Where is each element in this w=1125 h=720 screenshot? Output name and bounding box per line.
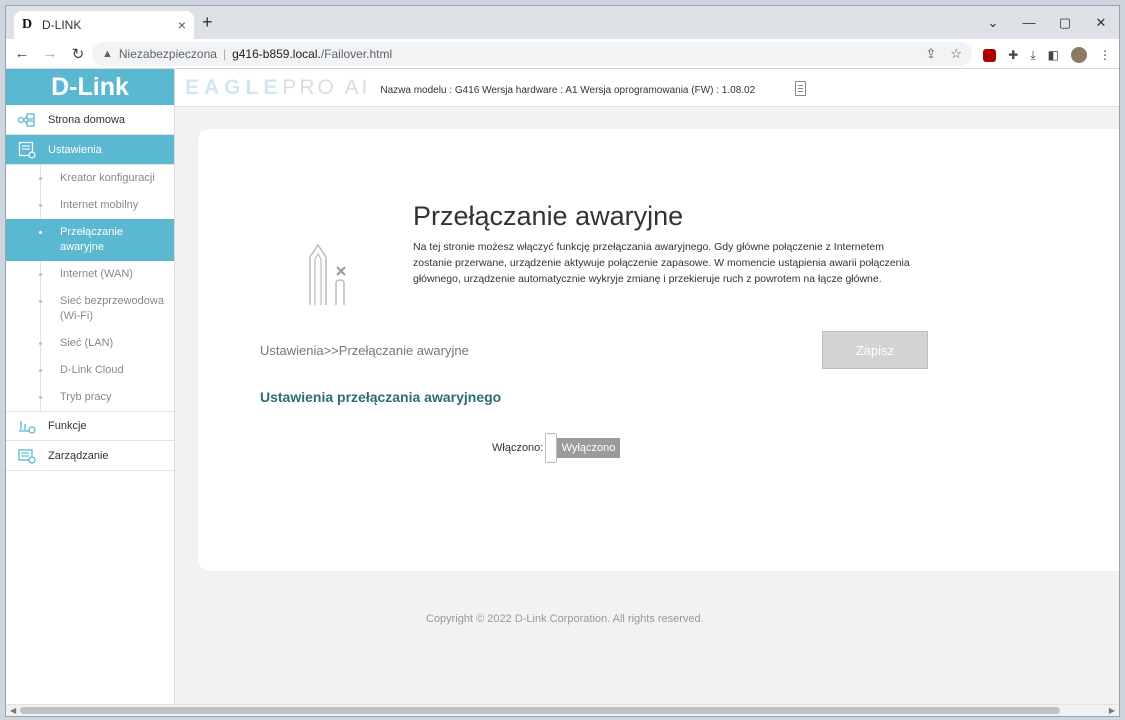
scroll-right-icon[interactable]: ▶ (1109, 706, 1115, 715)
bullet-dot (39, 273, 42, 276)
sidebar-item-dlink-cloud[interactable]: D-Link Cloud (6, 357, 174, 384)
sidebar-item-label: Przełączanie awaryjne (60, 226, 123, 253)
sidebar-item-label: Tryb pracy (60, 391, 112, 403)
forward-icon[interactable]: → (38, 45, 62, 62)
sidebar-item-failover[interactable]: Przełączanie awaryjne (6, 219, 174, 261)
nav-features-label: Funkcje (48, 420, 87, 432)
toggle-knob[interactable] (545, 433, 557, 463)
profile-icon[interactable] (1071, 47, 1087, 63)
maximize-icon[interactable]: ▢ (1047, 6, 1083, 39)
scroll-left-icon[interactable]: ◀ (10, 706, 16, 715)
content-card: Przełączanie awaryjne Na tej stronie moż… (198, 129, 1119, 571)
features-icon (16, 417, 38, 435)
page-viewport: D-Link Strona domowa Ustawienia Kreator … (6, 69, 1119, 706)
management-icon (16, 447, 38, 465)
new-tab-button[interactable]: + (202, 12, 213, 33)
nav-settings-label: Ustawienia (48, 143, 102, 156)
sidebar-item-wan[interactable]: Internet (WAN) (6, 261, 174, 288)
settings-submenu: Kreator konfiguracji Internet mobilny Pr… (6, 165, 174, 411)
sidebar-item-label: D-Link Cloud (60, 364, 124, 376)
url-path: /Failover.html (320, 47, 393, 61)
nav-settings[interactable]: Ustawienia (6, 135, 174, 165)
sidebar-item-label: Kreator konfiguracji (60, 172, 155, 184)
document-icon[interactable] (795, 81, 806, 96)
breadcrumb: Ustawienia>>Przełączanie awaryjne (260, 343, 469, 358)
sidebar-item-mobile-internet[interactable]: Internet mobilny (6, 192, 174, 219)
sidebar-icon[interactable]: ◧ (1048, 48, 1059, 62)
eagle-pro-ai-logo: EAGLEPRO AI (185, 76, 370, 100)
sidebar-item-setup-wizard[interactable]: Kreator konfiguracji (6, 165, 174, 192)
nav-features[interactable]: Funkcje (6, 411, 174, 441)
bullet-dot (39, 204, 42, 207)
extensions-icon[interactable]: ✚ (1008, 48, 1018, 62)
download-icon[interactable]: ⤓ (1030, 48, 1035, 63)
section-title: Ustawienia przełączania awaryjnego (260, 389, 502, 405)
dlink-logo[interactable]: D-Link (6, 69, 174, 105)
menu-icon[interactable]: ⋮ (1099, 48, 1111, 62)
bullet-dot (39, 342, 42, 345)
brand-eagle: EAGLE (185, 75, 283, 99)
horizontal-scrollbar[interactable]: ◀ ▶ (6, 704, 1119, 716)
enabled-label: Włączono: (492, 442, 544, 454)
page-description: Na tej stronie możesz włączyć funkcję pr… (413, 241, 910, 285)
settings-icon (16, 141, 38, 159)
bullet-dot (39, 369, 42, 372)
nav-management-label: Zarządzanie (48, 449, 109, 462)
reload-icon[interactable]: ↻ (66, 45, 90, 63)
browser-window: D D-LINK × + ⌄ — ▢ ✕ ← → ↻ ▲ Niezabezpie… (5, 5, 1120, 717)
sidebar: D-Link Strona domowa Ustawienia Kreator … (6, 69, 175, 706)
url-host: g416-b859.local. (232, 47, 321, 61)
browser-toolbar: ← → ↻ ▲ Niezabezpieczona | g416-b859.loc… (6, 39, 1119, 69)
scrollbar-thumb[interactable] (20, 707, 1060, 714)
browser-tab[interactable]: D D-LINK × (14, 11, 194, 39)
sidebar-item-label: Internet mobilny (60, 199, 139, 211)
sidebar-item-label: Sieć bezprzewodowa (Wi-Fi) (60, 295, 164, 322)
router-header: EAGLEPRO AI Nazwa modelu : G416 Wersja h… (175, 69, 1119, 107)
nav-management[interactable]: Zarządzanie (6, 441, 174, 471)
sidebar-item-lan[interactable]: Sieć (LAN) (6, 330, 174, 357)
minimize-icon[interactable]: — (1011, 6, 1047, 39)
toggle-state: Wyłączono (557, 438, 620, 458)
tab-close-icon[interactable]: × (178, 17, 186, 33)
copyright: Copyright © 2022 D-Link Corporation. All… (426, 613, 704, 625)
brand-pro-ai: PRO AI (282, 75, 371, 99)
network-icon (16, 111, 38, 129)
back-icon[interactable]: ← (10, 45, 34, 62)
nav-home[interactable]: Strona domowa (6, 105, 174, 135)
failover-toggle[interactable]: Wyłączono (545, 433, 621, 463)
close-window-icon[interactable]: ✕ (1083, 6, 1119, 39)
star-icon[interactable]: ☆ (950, 46, 962, 62)
share-icon[interactable]: ⇪ (925, 46, 936, 62)
failover-icon (309, 243, 346, 305)
address-bar[interactable]: ▲ Niezabezpieczona | g416-b859.local. /F… (92, 42, 972, 66)
sidebar-item-label: Internet (WAN) (60, 268, 133, 280)
dropdown-icon[interactable]: ⌄ (975, 6, 1011, 39)
tab-strip: D D-LINK × + ⌄ — ▢ ✕ (6, 6, 1119, 39)
dlink-favicon-icon: D (22, 17, 33, 32)
warning-icon[interactable]: ▲ (102, 48, 113, 60)
ublock-icon[interactable] (983, 48, 997, 62)
address-separator: | (222, 47, 227, 61)
nav-home-label: Strona domowa (48, 113, 126, 126)
bullet-dot (39, 300, 42, 303)
save-button[interactable]: Zapisz (822, 331, 928, 369)
bullet-dot (39, 231, 42, 234)
window-controls: ⌄ — ▢ ✕ (975, 6, 1119, 39)
extension-icons: ✚ ⤓ ◧ ⋮ (983, 47, 1111, 63)
model-info: Nazwa modelu : G416 Wersja hardware : A1… (380, 84, 756, 96)
bullet-dot (39, 396, 42, 399)
page-title: Przełączanie awaryjne (413, 201, 684, 231)
sidebar-item-wifi[interactable]: Sieć bezprzewodowa (Wi-Fi) (6, 288, 174, 330)
omnibox-actions: ⇪ ☆ (925, 46, 962, 62)
sidebar-item-operation-mode[interactable]: Tryb pracy (6, 384, 174, 411)
security-label: Niezabezpieczona (118, 47, 217, 61)
sidebar-item-label: Sieć (LAN) (60, 337, 114, 349)
tab-title: D-LINK (42, 18, 82, 32)
bullet-dot (39, 177, 42, 180)
